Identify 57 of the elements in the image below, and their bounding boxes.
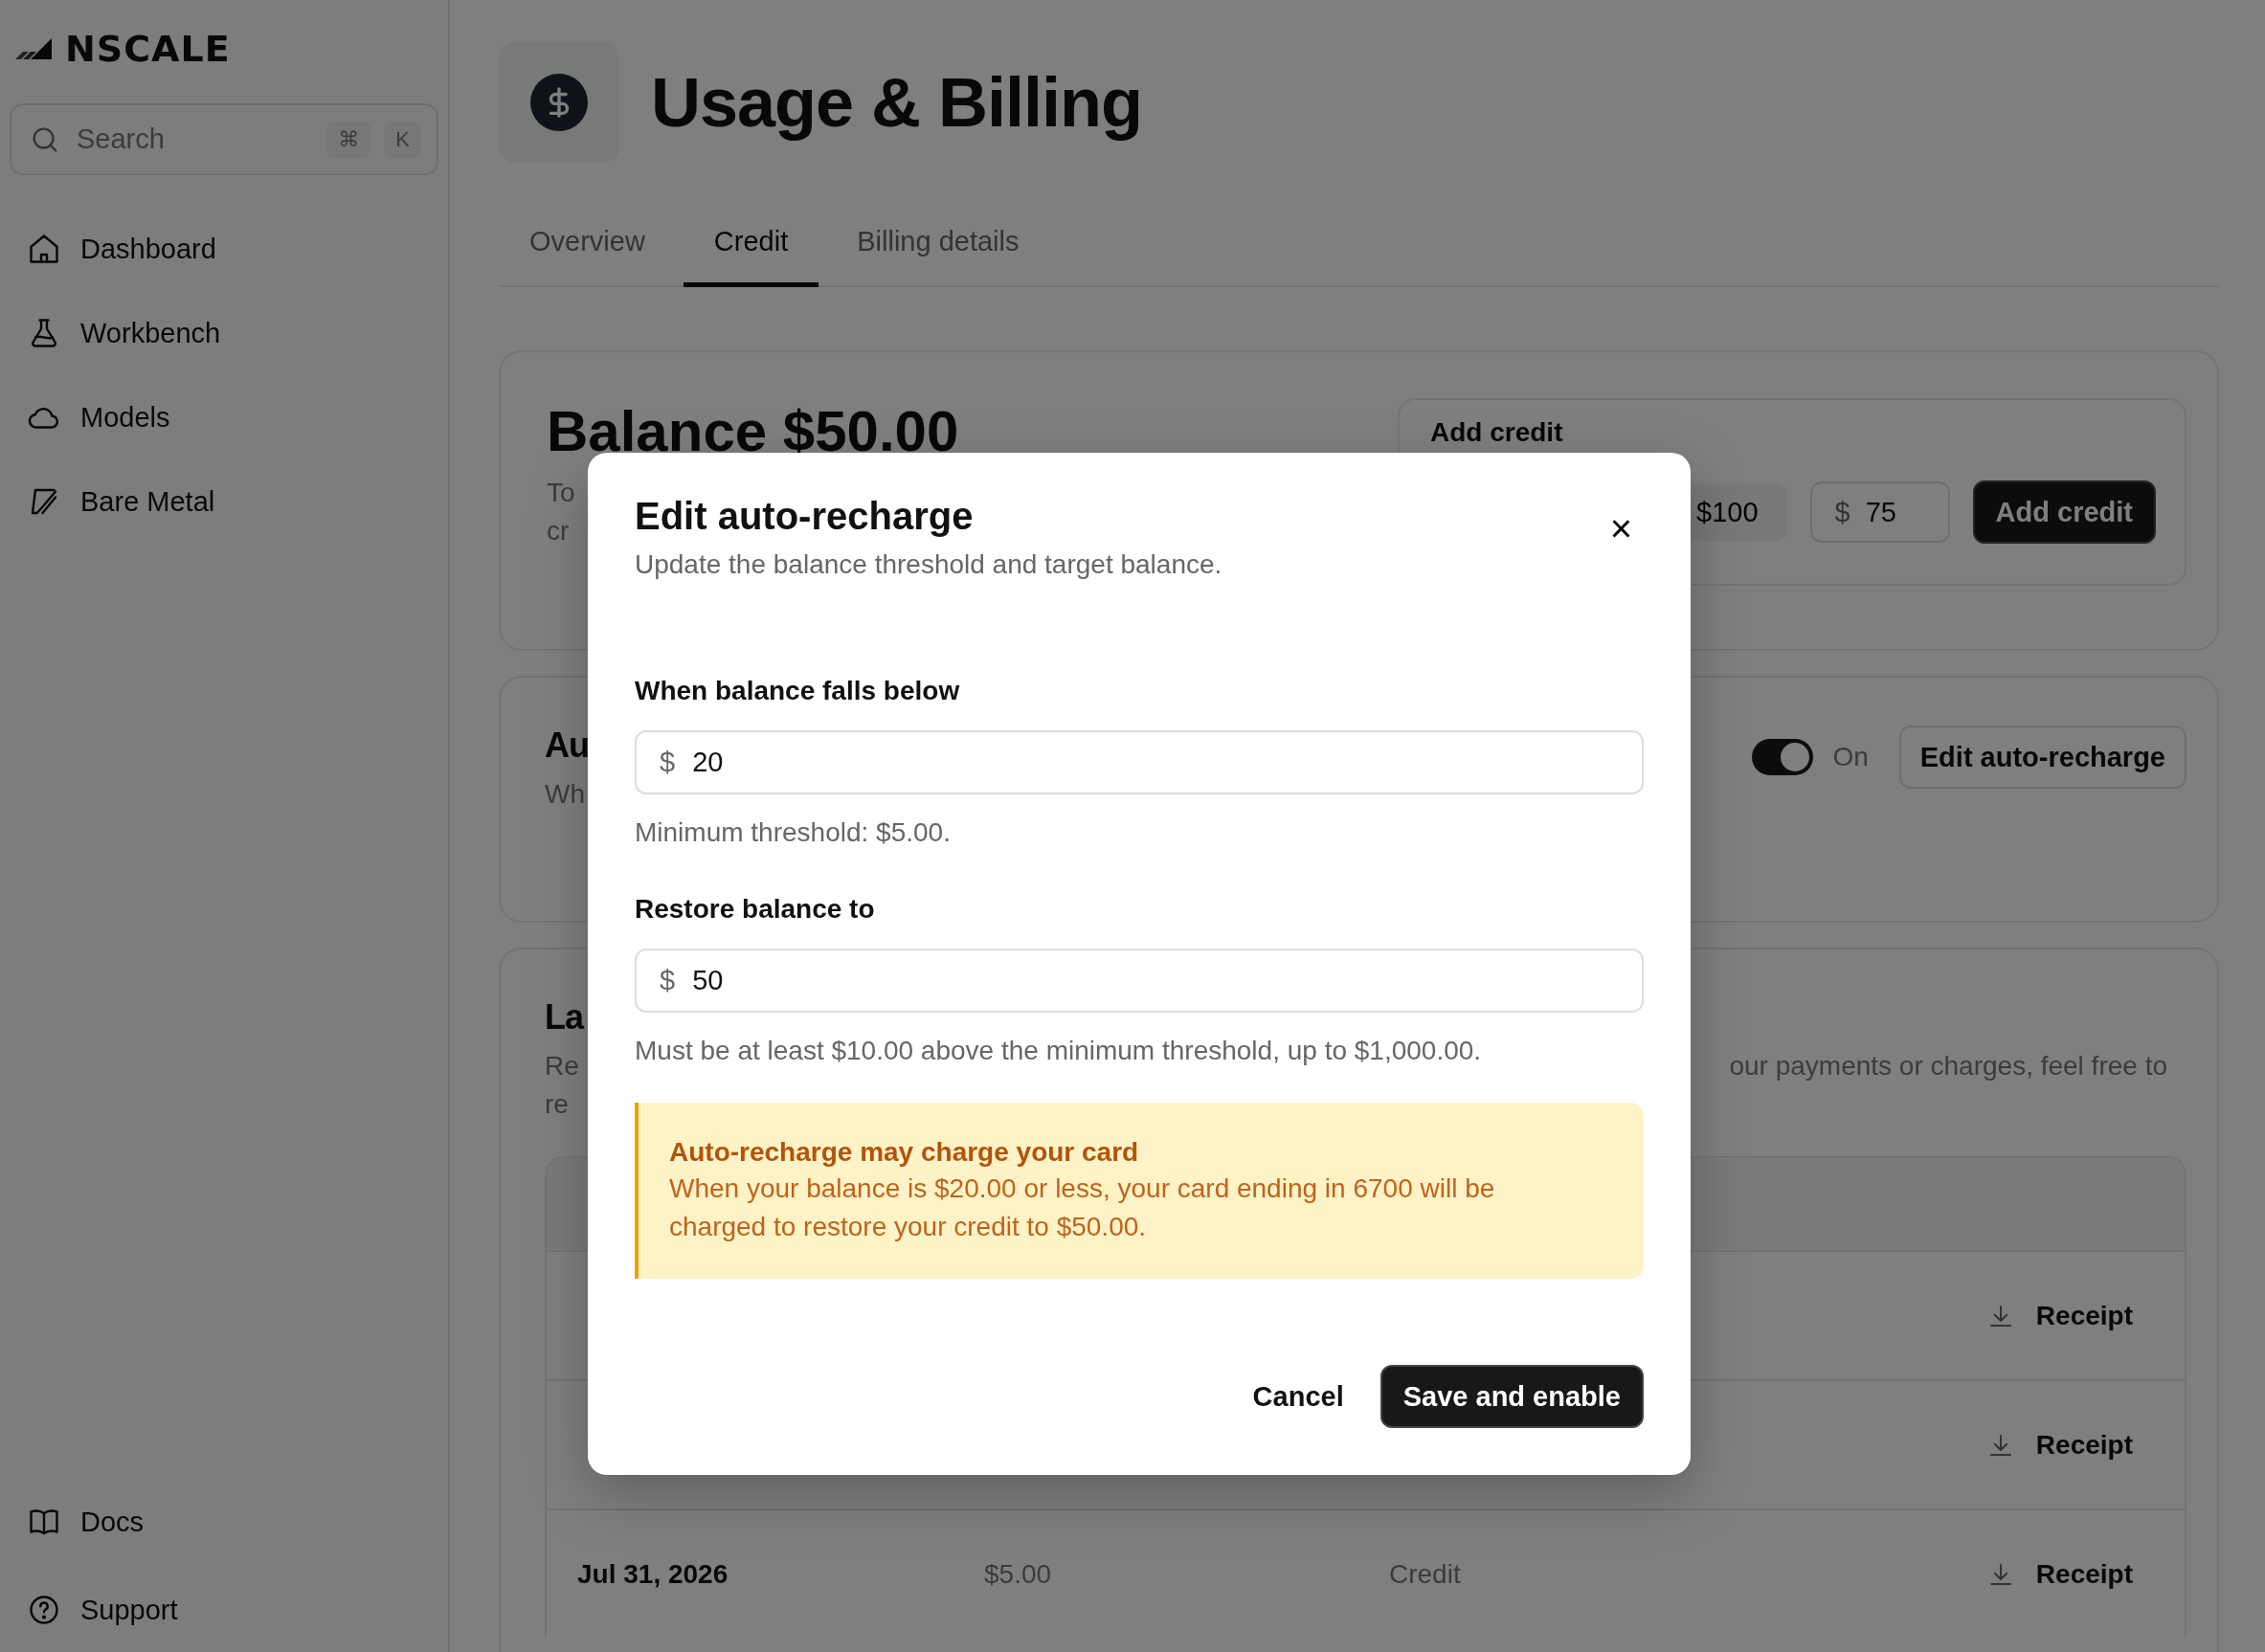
receipt-link[interactable]: Receipt	[1985, 1558, 2133, 1590]
card-description: Re	[545, 1050, 579, 1083]
search-input[interactable]: Search	[75, 123, 314, 156]
card-description: re	[545, 1088, 569, 1121]
close-button[interactable]: ×	[1598, 504, 1644, 552]
balance-title: Balance $50.00	[547, 398, 959, 464]
table-cell-text: Jul 31, 2026	[577, 1558, 729, 1590]
tab[interactable]: Overview	[499, 203, 676, 287]
home-icon	[27, 232, 61, 266]
currency-prefix: $	[1834, 496, 1850, 528]
toggle-label: On	[1832, 742, 1869, 772]
currency-prefix: $	[660, 965, 676, 996]
field-hint: Minimum threshold: $5.00.	[635, 817, 952, 848]
field-value: 50	[692, 965, 724, 996]
add-credit-button[interactable]: Add credit	[1972, 480, 2156, 544]
logo[interactable]: NSCALE	[65, 33, 231, 65]
card-description: Wh	[545, 778, 585, 811]
cancel-button[interactable]: Cancel	[1243, 1365, 1354, 1429]
card-title: La	[545, 997, 583, 1038]
shortcut-key: ⌘	[326, 121, 371, 158]
input-field[interactable]: $ 20	[635, 730, 1644, 794]
balance-description: To	[547, 477, 575, 509]
balance-description: cr	[547, 515, 570, 547]
tab[interactable]: Billing details	[826, 203, 1050, 287]
field-label: When balance falls below	[635, 676, 961, 706]
nav-item[interactable]: Workbench	[27, 312, 438, 354]
nav-item[interactable]: Dashboard	[27, 228, 438, 270]
field-hint: Must be at least $10.00 above the minimum threshold, up to $1,000.00.	[635, 1036, 1483, 1066]
add-credit-label: Add credit	[1430, 417, 1564, 448]
amount-value: 75	[1865, 496, 1896, 528]
nav-item[interactable]: Bare Metal	[27, 480, 438, 523]
dialog-subtitle: Update the balance threshold and target balance.	[635, 549, 1222, 580]
card-description: our payments or charges, feel free to	[1729, 1050, 2168, 1083]
table-cell: Credit	[1389, 1558, 1461, 1590]
edit-auto-recharge-button[interactable]: Edit auto-recharge	[1898, 726, 2187, 789]
nav-item[interactable]: Support	[27, 1589, 438, 1631]
nav-item[interactable]: Docs	[27, 1501, 438, 1543]
save-button[interactable]: Save and enable	[1379, 1365, 1644, 1428]
search-field[interactable]: Search ⌘ K	[10, 103, 438, 175]
shortcut-key: K	[384, 121, 421, 158]
amount-field[interactable]: $ 75	[1809, 481, 1950, 543]
warning-title: Auto-recharge may charge your card	[669, 1137, 1140, 1168]
table-cell-text: $5.00	[984, 1558, 1053, 1590]
currency-prefix: $	[660, 747, 676, 778]
dialog-title: Edit auto-recharge	[635, 495, 975, 538]
input-field[interactable]: $ 50	[635, 949, 1644, 1013]
tab[interactable]: Credit	[683, 203, 819, 287]
warning-text: When your balance is $20.00 or less, your card ending in 6700 will be charged to restore your credit to $50.00.	[669, 1172, 1496, 1243]
field-value: 20	[692, 747, 724, 778]
page-title: Usage & Billing	[651, 63, 1143, 142]
card-title: Au	[545, 726, 589, 766]
receipt-link[interactable]: Receipt	[1985, 1429, 2133, 1461]
toggle-switch[interactable]	[1752, 739, 1814, 775]
nav-item[interactable]: Models	[27, 396, 438, 438]
help-icon	[27, 1593, 61, 1627]
receipt-link[interactable]: Receipt	[1985, 1300, 2133, 1331]
field-label: Restore balance to	[635, 894, 876, 925]
